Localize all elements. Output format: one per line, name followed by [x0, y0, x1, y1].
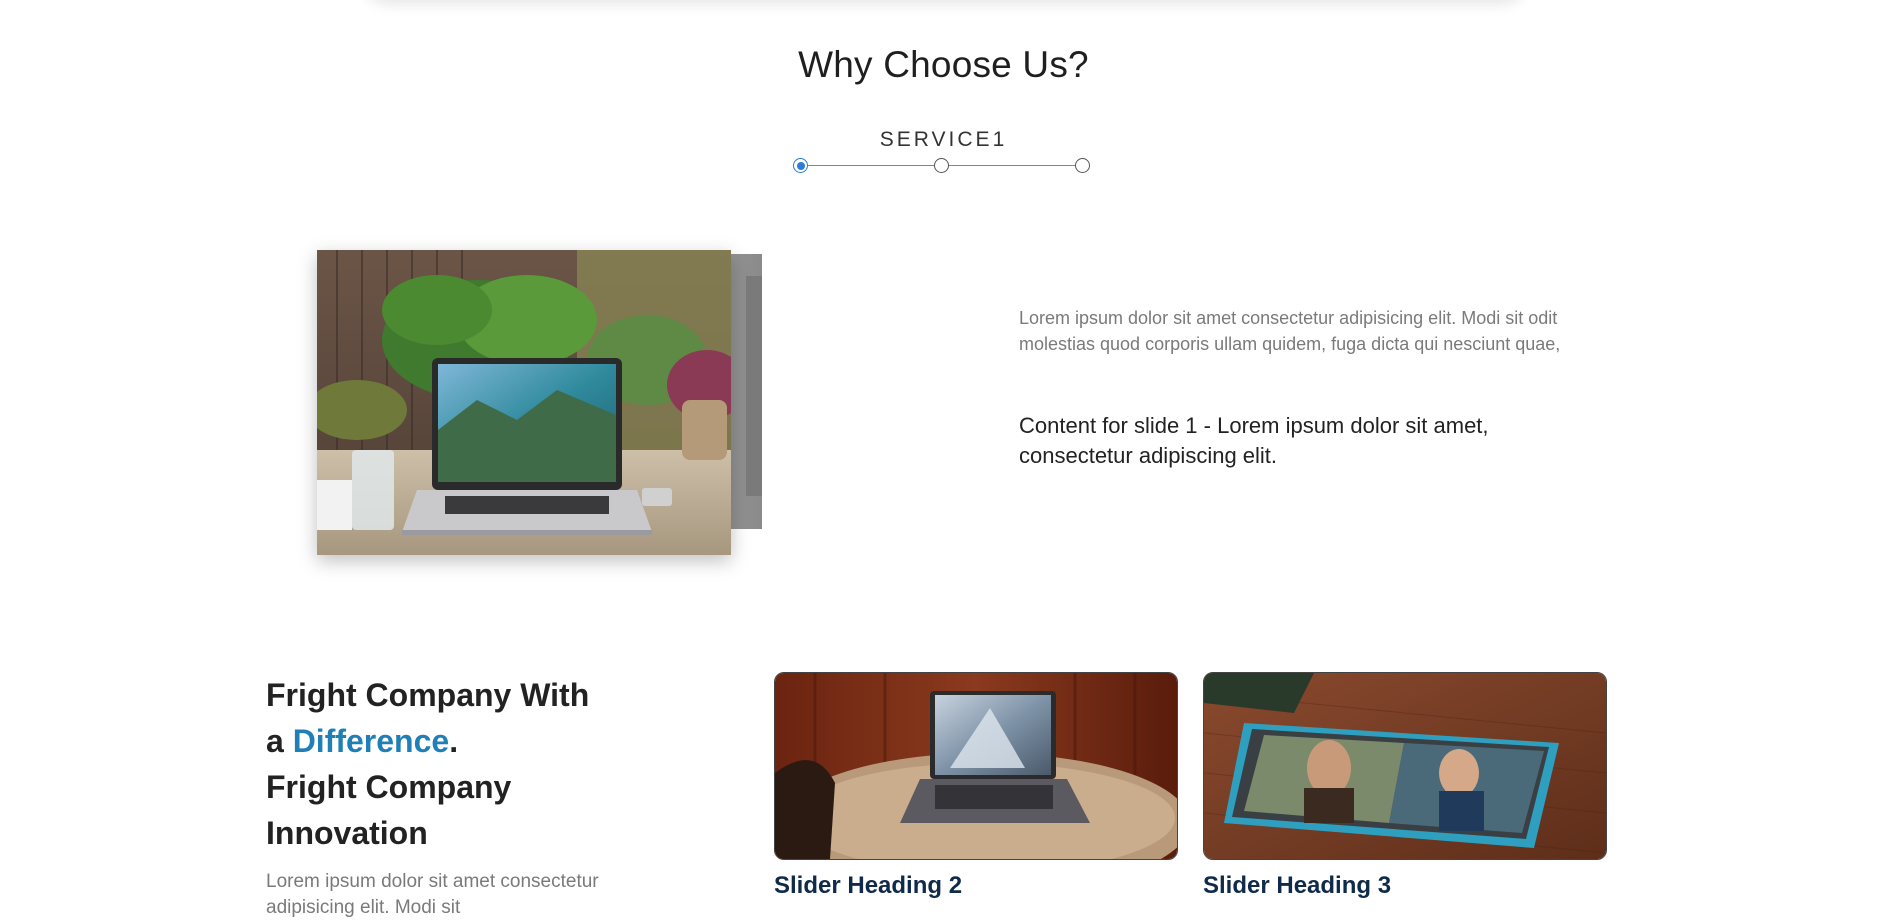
- fright-heading-prefix: a: [266, 723, 293, 759]
- stepper-dot-1[interactable]: [793, 158, 808, 173]
- slider-card-3[interactable]: Slider Heading 3: [1203, 672, 1607, 900]
- slider-card-image[interactable]: [774, 672, 1178, 860]
- slide-description: Lorem ipsum dolor sit amet consectetur a…: [1019, 308, 1561, 354]
- slider-card-2[interactable]: Slider Heading 2: [774, 672, 1178, 900]
- section-title: Why Choose Us?: [798, 44, 1089, 85]
- stepper-dot-3[interactable]: [1075, 158, 1090, 173]
- fright-description: Lorem ipsum dolor sit amet consectetur a…: [266, 871, 599, 918]
- tablet-on-table-photo: [1204, 673, 1606, 859]
- fright-heading-line1: Fright Company With: [266, 677, 590, 713]
- fright-heading-line4: Innovation: [266, 815, 428, 851]
- fright-heading-accent: Difference: [292, 723, 450, 759]
- slider-card-title[interactable]: Slider Heading 3: [1203, 872, 1607, 900]
- slide-image: [317, 250, 731, 555]
- slide-content: Content for slide 1 - Lorem ipsum dolor …: [1019, 413, 1489, 468]
- fright-heading-suffix: .: [449, 723, 459, 759]
- laptop-garden-photo: [317, 250, 731, 555]
- slider-card-title[interactable]: Slider Heading 2: [774, 872, 1178, 900]
- laptop-on-table-photo: [775, 673, 1177, 859]
- fright-heading: Fright Company With a Difference. Fright…: [266, 672, 686, 856]
- service-stepper: [793, 158, 1093, 174]
- stepper-dot-2[interactable]: [934, 158, 949, 173]
- fright-heading-line2: a Difference.: [266, 718, 686, 764]
- slider-card-image[interactable]: [1203, 672, 1607, 860]
- service-label: SERVICE1: [879, 128, 1008, 151]
- fright-heading-line3: Fright Company: [266, 769, 512, 805]
